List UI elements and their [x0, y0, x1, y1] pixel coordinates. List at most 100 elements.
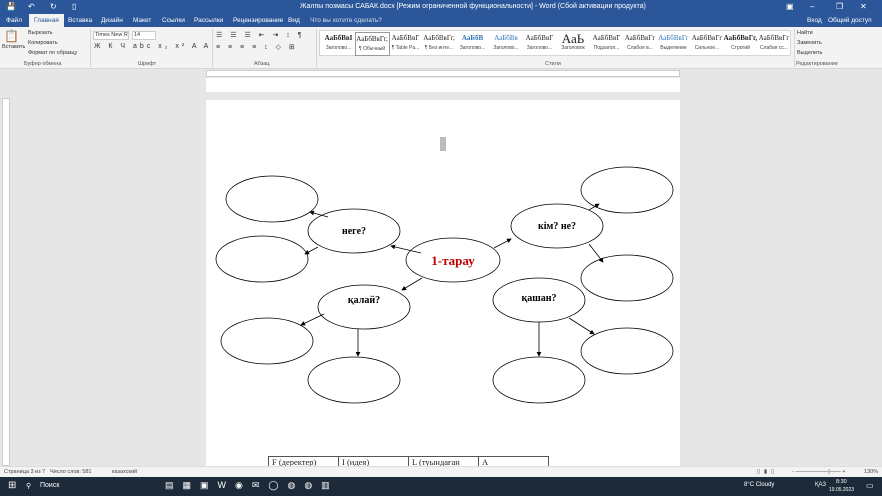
taskbar-apps[interactable]: ▤▦▣W◉✉◯◍◍▥	[165, 480, 339, 491]
tab-review[interactable]: Рецензирование	[233, 17, 283, 24]
tell-me-input[interactable]: Что вы хотите сделать?	[310, 17, 382, 24]
start-icon[interactable]: ⊞	[8, 480, 16, 491]
style-sample: АаБбВвГг	[624, 34, 656, 42]
style-item[interactable]: АаБбВвГг, ¶ Обычный	[354, 32, 390, 56]
select-button[interactable]: Выделить	[797, 50, 822, 56]
taskbar-search[interactable]: Поиск	[40, 482, 59, 489]
style-sample: АаБбВвГг,	[356, 35, 388, 43]
style-item[interactable]: АаБбВвГ ¶ Table Pa...	[388, 32, 423, 56]
clock-date[interactable]: 19.05.2023	[829, 487, 854, 493]
style-name: Заголово...	[493, 45, 519, 51]
new-doc-icon[interactable]: ▯	[72, 2, 76, 11]
style-item[interactable]: АаБбВвГ Заголово...	[522, 32, 557, 56]
node-label-when: қашан?	[522, 293, 557, 304]
share-button[interactable]: Общий доступ	[828, 17, 872, 24]
style-sample: АаБбВвГг	[658, 34, 689, 42]
ribbon-display-icon[interactable]: ▣	[786, 2, 794, 11]
style-item[interactable]: АаБбВвІ Заголово...	[321, 32, 356, 56]
tab-mailings[interactable]: Рассылки	[194, 17, 223, 24]
style-item[interactable]: АаБбВвГг Слабое в...	[623, 32, 658, 56]
page-count[interactable]: Страница 3 из 7	[4, 469, 45, 475]
font-format-buttons[interactable]: Ж К Ч abc x₂ x² A A	[94, 43, 211, 50]
ribbon-tabs: Файл Главная Вставка Дизайн Макет Ссылки…	[0, 14, 882, 27]
style-item[interactable]: АаБбВвГ Подзагол...	[589, 32, 624, 56]
node-label-who-what: кім? не?	[538, 221, 576, 232]
empty-ellipse	[215, 235, 309, 283]
style-name: ¶ Table Pa...	[391, 45, 420, 51]
tab-view[interactable]: Вид	[288, 17, 300, 24]
language[interactable]: казахский	[112, 469, 137, 475]
style-sample: АаБбВвГг	[691, 34, 723, 42]
node-label-why: неге?	[342, 226, 366, 237]
horizontal-ruler[interactable]	[206, 70, 680, 77]
word-count[interactable]: Число слов: 581	[50, 469, 92, 475]
tab-design[interactable]: Дизайн	[101, 17, 123, 24]
style-sample: АаБбВвГ	[525, 34, 554, 42]
style-item[interactable]: АаБбВвГг Слабая сс...	[757, 32, 792, 56]
view-buttons[interactable]: ▯▮▯	[757, 469, 778, 475]
style-sample: АаЬ	[561, 32, 585, 46]
cut-button[interactable]: Вырезать	[28, 30, 52, 36]
empty-ellipse	[580, 327, 674, 375]
style-sample: АаБбВ	[461, 34, 484, 42]
save-icon[interactable]: 💾	[6, 2, 16, 11]
maximize-button[interactable]: ❐	[836, 2, 843, 11]
tab-references[interactable]: Ссылки	[162, 17, 185, 24]
document-page[interactable]: 1-тарау неге? кім? не? қалай? қашан? F (…	[206, 100, 680, 470]
paste-button[interactable]: Вставить	[2, 44, 25, 50]
style-item[interactable]: АаБбВвГг, ¶ Без инте...	[422, 32, 457, 56]
node-ellipse	[317, 284, 411, 330]
zoom-level[interactable]: 130%	[864, 469, 878, 475]
style-name: ¶ Без инте...	[424, 45, 454, 51]
style-item[interactable]: АаБбВвГг Сильное...	[690, 32, 725, 56]
signin-link[interactable]: Вход	[807, 17, 822, 24]
clock-time[interactable]: 8:30	[836, 479, 847, 485]
styles-gallery: АаБбВвІ Заголово... АаБбВвГг, ¶ Обычный АаБб…	[319, 30, 791, 56]
empty-ellipse	[492, 356, 586, 404]
title-bar: 💾 ↶ ↻ ▯ Жалпы позмасы САБАК.docx [Режим …	[0, 0, 882, 14]
previous-page	[206, 78, 680, 92]
search-icon[interactable]: ⚲	[26, 482, 31, 490]
font-name-select[interactable]: Times New R	[93, 31, 129, 40]
style-name: Слабая сс...	[759, 45, 789, 51]
cluster-diagram: 1-тарау неге? кім? не? қалай? қашан?	[215, 166, 674, 404]
vertical-ruler[interactable]	[2, 98, 10, 466]
empty-ellipse	[225, 175, 319, 223]
undo-icon[interactable]: ↶	[28, 2, 35, 11]
style-sample: АаБбВвГг,	[723, 34, 758, 42]
font-group-label: Шрифт	[138, 61, 157, 67]
redo-icon[interactable]: ↻	[50, 2, 57, 11]
zoom-slider[interactable]: - ——————|—— +	[792, 469, 846, 475]
close-button[interactable]: ✕	[860, 2, 867, 11]
format-painter-button[interactable]: Формат по образцу	[28, 50, 77, 56]
paste-icon: 📋	[4, 29, 19, 43]
tab-home[interactable]: Главная	[29, 14, 64, 27]
empty-ellipse	[220, 317, 314, 365]
tab-insert[interactable]: Вставка	[68, 17, 92, 24]
notifications-icon[interactable]: ▭	[866, 481, 874, 490]
style-item[interactable]: АаБбВвГг Выделение	[656, 32, 691, 56]
style-name: Подзагол...	[593, 45, 620, 51]
list-buttons[interactable]: ☰ ☰ ☰ ⇤ ⇥ ↕ ¶	[216, 31, 305, 39]
style-item[interactable]: АаЬ Заголовок	[556, 32, 591, 56]
tab-file[interactable]: Файл	[6, 17, 22, 24]
style-item[interactable]: АаБбВ Заголово...	[455, 32, 490, 56]
find-button[interactable]: Найти	[797, 30, 813, 36]
style-item[interactable]: АаБбВвГг, Строгий	[723, 32, 758, 56]
style-sample: АаБбВвГ	[391, 34, 420, 42]
align-buttons[interactable]: ≡ ≡ ≡ ≡ ↕ ◇ ⊞	[216, 43, 298, 51]
copy-button[interactable]: Копировать	[28, 40, 58, 46]
ribbon: 📋 Вставить Вырезать Копировать Формат по…	[0, 27, 882, 69]
style-sample: АаБбВвГг	[758, 34, 790, 42]
replace-button[interactable]: Заменить	[797, 40, 822, 46]
font-size-select[interactable]: 14	[132, 31, 156, 40]
input-language[interactable]: ҚАЗ	[815, 482, 826, 488]
style-item[interactable]: АаБбВв Заголово...	[489, 32, 524, 56]
weather[interactable]: 8°C Cloudy	[744, 482, 774, 488]
minimize-button[interactable]: –	[810, 2, 814, 11]
style-name: Заголово...	[325, 45, 352, 51]
tab-layout[interactable]: Макет	[133, 17, 151, 24]
style-name: Заголово...	[459, 45, 486, 51]
status-bar: Страница 3 из 7 Число слов: 581 казахски…	[0, 466, 882, 477]
window-title: Жалпы позмасы САБАК.docx [Режим ограниче…	[300, 3, 646, 10]
